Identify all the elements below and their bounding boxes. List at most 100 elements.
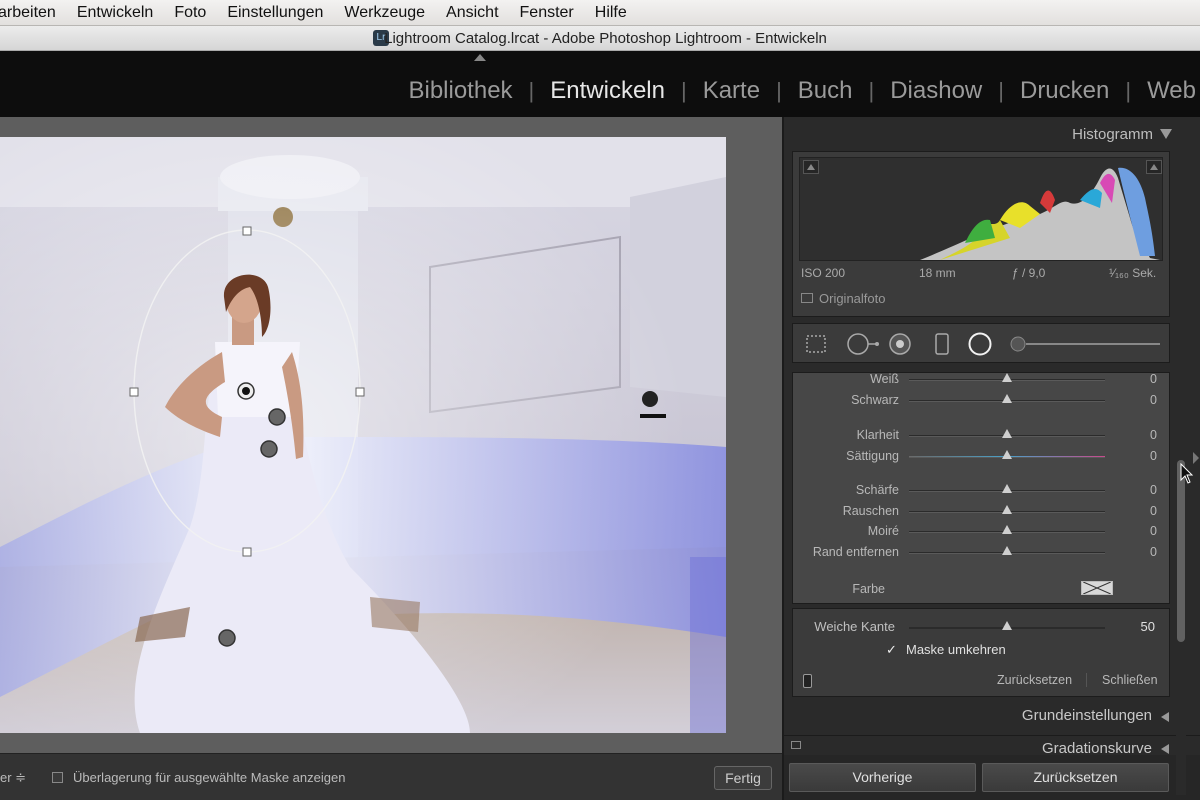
right-panel-scrollbar[interactable] <box>1176 120 1186 795</box>
menu-foto[interactable]: Foto <box>174 4 206 22</box>
module-separator: | <box>528 78 535 103</box>
menu-fenster[interactable]: Fenster <box>520 4 574 22</box>
show-overlay-checkbox[interactable] <box>52 772 63 783</box>
menu-entwickeln[interactable]: Entwickeln <box>77 4 153 22</box>
show-overlay-label: Überlagerung für ausgewählte Maske anzei… <box>73 770 346 785</box>
slider-saettigung[interactable]: Sättigung 0 <box>793 448 1171 466</box>
panel-switch-icon[interactable] <box>803 674 812 688</box>
collapse-top-panel-icon[interactable] <box>474 54 486 61</box>
shadow-clipping-icon[interactable] <box>803 160 819 174</box>
menu-einstellungen[interactable]: Einstellungen <box>227 4 323 22</box>
feather-label: Weiche Kante <box>814 619 895 634</box>
section-basic-settings[interactable]: Grundeinstellungen <box>1022 707 1152 724</box>
bottom-toolbar: er ≑ Überlagerung für ausgewählte Maske … <box>0 753 782 800</box>
slider-thumb[interactable] <box>1002 373 1012 382</box>
slider-value[interactable]: 0 <box>1150 428 1157 442</box>
original-photo-checkbox[interactable] <box>801 293 813 303</box>
histogram-title[interactable]: Histogramm <box>1072 126 1153 143</box>
feather-slider-thumb[interactable] <box>1002 621 1012 630</box>
slider-label: Sättigung <box>846 449 899 463</box>
module-bibliothek[interactable]: Bibliothek <box>408 77 512 105</box>
module-separator: | <box>998 78 1004 103</box>
slider-thumb[interactable] <box>1002 484 1012 493</box>
feather-value[interactable]: 50 <box>1141 619 1155 634</box>
crop-icon[interactable] <box>804 332 828 356</box>
slider-thumb[interactable] <box>1002 394 1012 403</box>
expand-triangle-icon[interactable] <box>1161 744 1169 754</box>
scrollbar-thumb[interactable] <box>1177 460 1185 642</box>
module-separator: | <box>868 78 875 103</box>
filter-pin[interactable] <box>268 408 286 426</box>
module-entwickeln[interactable]: Entwickeln <box>550 77 665 105</box>
overlay-mode-select[interactable]: er ≑ <box>0 770 26 786</box>
slider-moire[interactable]: Moiré 0 <box>793 523 1171 541</box>
menu-hilfe[interactable]: Hilfe <box>595 4 627 22</box>
adjustment-brush-icon[interactable] <box>1008 332 1164 356</box>
right-panel: Histogramm ISO 200 18 mm ƒ / 9,0 ¹⁄₁₆₀ S… <box>782 117 1200 800</box>
panel-switch-icon[interactable] <box>791 741 801 749</box>
highlight-clipping-icon[interactable] <box>1146 160 1162 174</box>
mask-reset-button[interactable]: Zurücksetzen <box>997 673 1072 687</box>
radial-handle-right[interactable] <box>355 387 365 397</box>
divider <box>1086 673 1087 687</box>
radial-handle-top[interactable] <box>242 226 252 236</box>
slider-thumb[interactable] <box>1002 505 1012 514</box>
mask-options-panel: Weiche Kante 50 ✓ Maske umkehren Zurücks… <box>792 608 1170 697</box>
filter-pin[interactable] <box>260 440 278 458</box>
radial-filter-icon[interactable] <box>968 332 992 356</box>
slider-label: Schwarz <box>851 393 899 407</box>
slider-value[interactable]: 0 <box>1150 504 1157 518</box>
menu-werkzeuge[interactable]: Werkzeuge <box>344 4 425 22</box>
collapse-triangle-icon[interactable] <box>1160 129 1172 139</box>
histogram-focal-length: 18 mm <box>919 266 956 280</box>
slider-value[interactable]: 0 <box>1150 393 1157 407</box>
slider-rand-entfernen[interactable]: Rand entfernen 0 <box>793 544 1171 562</box>
slider-thumb[interactable] <box>1002 429 1012 438</box>
module-diashow[interactable]: Diashow <box>890 77 982 105</box>
histogram-aperture: ƒ / 9,0 <box>1012 266 1046 280</box>
spot-removal-icon[interactable] <box>846 332 880 356</box>
module-karte[interactable]: Karte <box>703 77 760 105</box>
slider-klarheit[interactable]: Klarheit 0 <box>793 427 1171 445</box>
slider-label: Rand entfernen <box>812 545 899 559</box>
slider-value[interactable]: 0 <box>1150 483 1157 497</box>
graduated-filter-icon[interactable] <box>930 332 954 356</box>
red-eye-icon[interactable] <box>888 332 912 356</box>
tool-strip <box>792 323 1170 363</box>
slider-value[interactable]: 0 <box>1150 545 1157 559</box>
slider-thumb[interactable] <box>1002 546 1012 555</box>
reset-button[interactable]: Zurücksetzen <box>982 763 1169 792</box>
slider-label: Klarheit <box>856 428 899 442</box>
slider-label: Rauschen <box>842 504 899 518</box>
done-button[interactable]: Fertig <box>714 766 772 790</box>
radial-handle-bottom[interactable] <box>242 547 252 557</box>
slider-label: Moiré <box>867 524 899 538</box>
histogram-shutter: ¹⁄₁₆₀ Sek. <box>1109 266 1157 280</box>
slider-value[interactable]: 0 <box>1150 524 1157 538</box>
slider-value[interactable]: 0 <box>1150 372 1157 386</box>
slider-weiss[interactable]: Weiß 0 <box>793 371 1171 389</box>
module-drucken[interactable]: Drucken <box>1020 77 1109 105</box>
slider-value[interactable]: 0 <box>1150 449 1157 463</box>
photo-preview[interactable] <box>0 137 726 733</box>
slider-thumb[interactable] <box>1002 525 1012 534</box>
slider-label: Weiß <box>870 372 899 386</box>
previous-button[interactable]: Vorherige <box>789 763 976 792</box>
slider-schaerfe[interactable]: Schärfe 0 <box>793 482 1171 500</box>
filter-pin[interactable] <box>218 629 236 647</box>
module-buch[interactable]: Buch <box>798 77 853 105</box>
radial-handle-left[interactable] <box>129 387 139 397</box>
slider-thumb[interactable] <box>1002 450 1012 459</box>
slider-rauschen[interactable]: Rauschen 0 <box>793 503 1171 521</box>
module-web[interactable]: Web <box>1147 77 1196 105</box>
expand-triangle-icon[interactable] <box>1161 712 1169 722</box>
slider-schwarz[interactable]: Schwarz 0 <box>793 392 1171 410</box>
color-label: Farbe <box>852 582 885 596</box>
mask-close-button[interactable]: Schließen <box>1102 673 1158 687</box>
color-swatch[interactable] <box>1081 581 1113 595</box>
invert-mask-checkbox[interactable]: ✓ <box>886 643 898 656</box>
menu-ansicht[interactable]: Ansicht <box>446 4 498 22</box>
menu-arbeiten[interactable]: arbeiten <box>0 4 56 22</box>
module-separator: | <box>1125 78 1132 103</box>
window-title-bar: Lr Lightroom Catalog.lrcat - Adobe Photo… <box>0 26 1200 51</box>
